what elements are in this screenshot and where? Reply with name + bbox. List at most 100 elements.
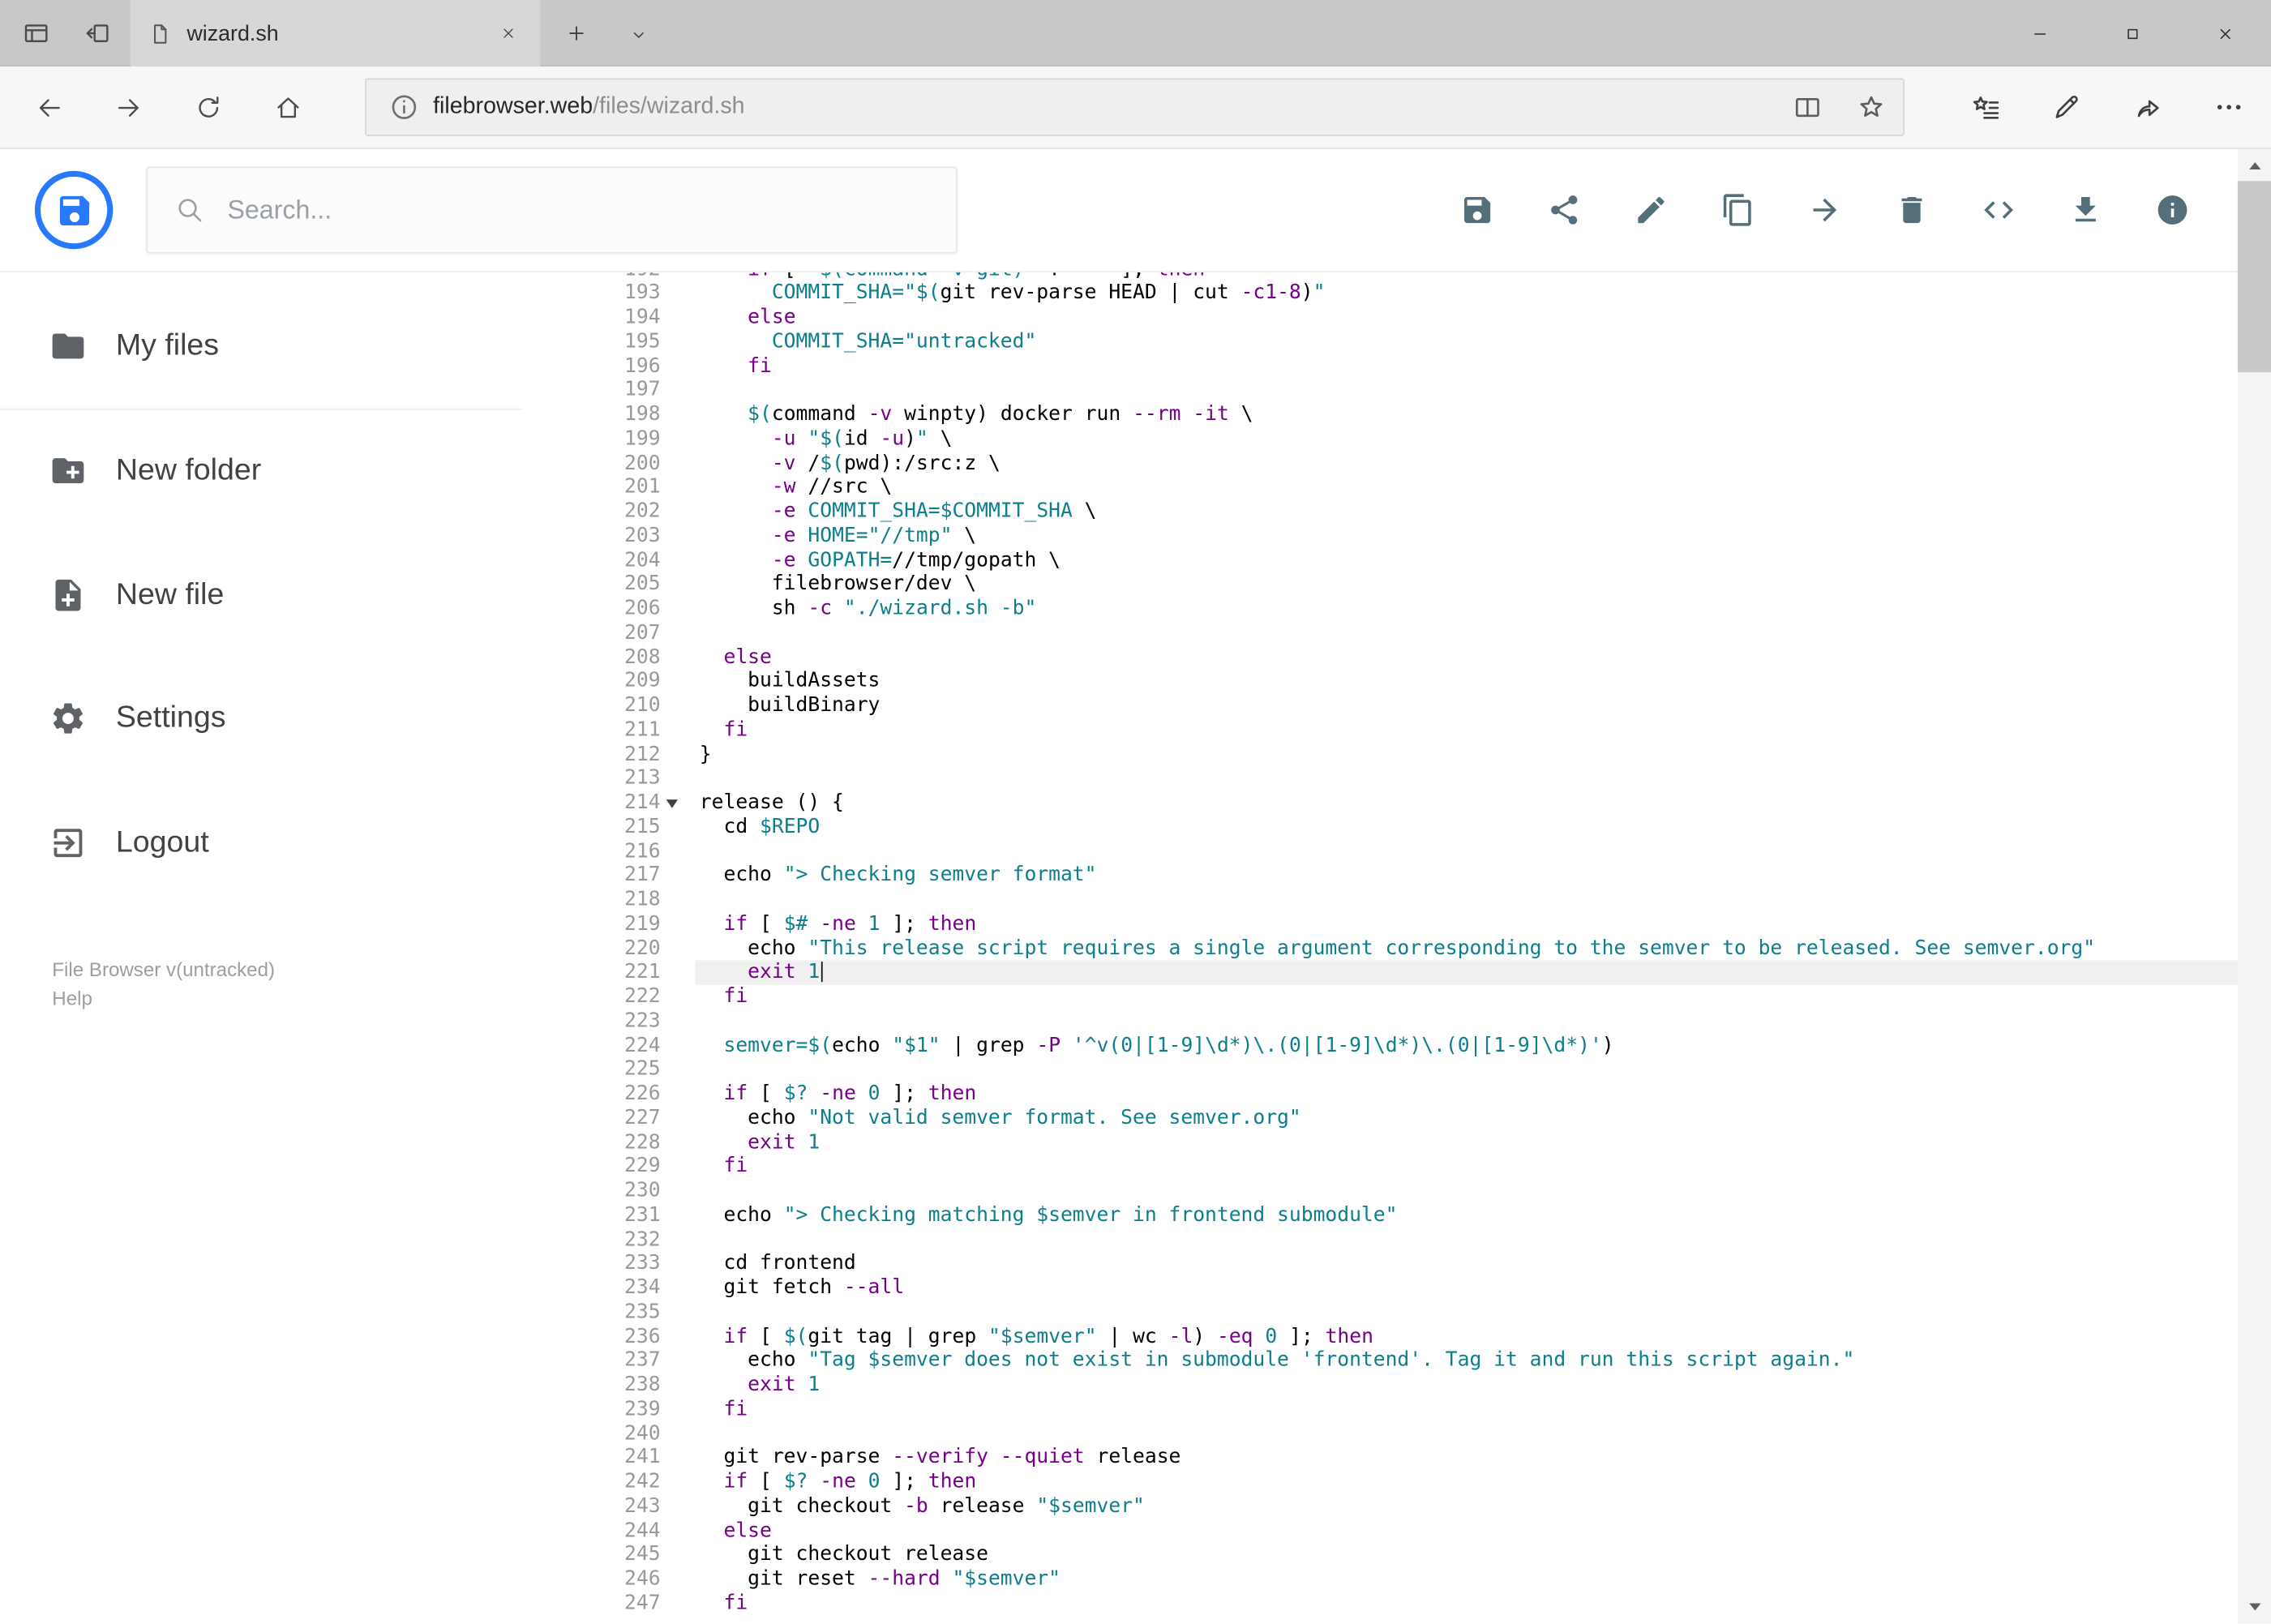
code-line-227[interactable]: 227 echo "Not valid semver format. See s… (585, 1106, 2238, 1130)
hub-icon[interactable] (1945, 66, 2026, 148)
code-line-221[interactable]: 221 exit 1 (585, 960, 2238, 985)
code-line-242[interactable]: 242 if [ $? -ne 0 ]; then (585, 1470, 2238, 1494)
code-line-218[interactable]: 218 (585, 888, 2238, 912)
scroll-down-button[interactable] (2238, 1591, 2271, 1624)
code-line-241[interactable]: 241 git rev-parse --verify --quiet relea… (585, 1446, 2238, 1470)
more-icon[interactable] (2188, 66, 2269, 148)
close-tab-icon[interactable] (494, 19, 523, 48)
code-text[interactable]: COMMIT_SHA="untracked" (695, 330, 2237, 354)
code-text[interactable] (695, 1179, 2237, 1203)
code-text[interactable] (695, 379, 2237, 403)
code-line-238[interactable]: 238 exit 1 (585, 1373, 2238, 1397)
code-text[interactable]: -e HOME="//tmp" \ (695, 524, 2237, 548)
minimize-icon[interactable] (1993, 0, 2085, 66)
scrollbar-thumb[interactable] (2237, 181, 2271, 373)
code-line-243[interactable]: 243 git checkout -b release "$semver" (585, 1494, 2238, 1519)
code-line-219[interactable]: 219 if [ $# -ne 1 ]; then (585, 912, 2238, 936)
share-icon[interactable] (2107, 66, 2188, 148)
code-text[interactable]: -e COMMIT_SHA=$COMMIT_SHA \ (695, 499, 2237, 524)
code-line-203[interactable]: 203 -e HOME="//tmp" \ (585, 524, 2238, 548)
refresh-icon[interactable] (168, 66, 247, 148)
code-text[interactable]: git fetch --all (695, 1276, 2237, 1300)
code-line-201[interactable]: 201 -w //src \ (585, 475, 2238, 499)
browser-tab[interactable]: wizard.sh (130, 0, 541, 67)
code-text[interactable]: buildAssets (695, 670, 2237, 694)
favorite-star-icon[interactable] (1854, 90, 1889, 125)
code-text[interactable]: echo "This release script requires a sin… (695, 936, 2237, 961)
code-text[interactable]: fi (695, 985, 2237, 1009)
code-text[interactable]: filebrowser/dev \ (695, 572, 2237, 597)
code-line-214[interactable]: 214 release () { (585, 791, 2238, 815)
code-text[interactable]: git rev-parse --verify --quiet release (695, 1446, 2237, 1470)
code-line-197[interactable]: 197 (585, 379, 2238, 403)
code-line-223[interactable]: 223 (585, 1009, 2238, 1034)
sidebar-item-settings[interactable]: Settings (0, 657, 585, 781)
code-line-193[interactable]: 193 COMMIT_SHA="$(git rev-parse HEAD | c… (585, 281, 2238, 306)
code-text[interactable]: -w //src \ (695, 475, 2237, 499)
code-text[interactable]: echo "Not valid semver format. See semve… (695, 1106, 2237, 1130)
code-text[interactable]: echo "> Checking semver format" (695, 863, 2237, 888)
code-line-212[interactable]: 212} (585, 743, 2238, 767)
code-line-208[interactable]: 208 else (585, 645, 2238, 670)
code-line-224[interactable]: 224 semver=$(echo "$1" | grep -P '^v(0|[… (585, 1034, 2238, 1058)
code-text[interactable]: exit 1 (695, 960, 2238, 985)
code-line-236[interactable]: 236 if [ $(git tag | grep "$semver" | wc… (585, 1325, 2238, 1349)
code-line-200[interactable]: 200 -v /$(pwd):/src:z \ (585, 451, 2238, 475)
home-icon[interactable] (247, 66, 327, 148)
code-line-230[interactable]: 230 (585, 1179, 2238, 1203)
address-bar[interactable]: filebrowser.web/files/wizard.sh (365, 78, 1905, 136)
code-text[interactable]: git checkout release (695, 1543, 2237, 1567)
forward-icon[interactable] (88, 66, 168, 148)
code-text[interactable]: echo "Tag $semver does not exist in subm… (695, 1349, 2237, 1373)
code-line-244[interactable]: 244 else (585, 1519, 2238, 1543)
set-tabs-aside-icon[interactable] (72, 9, 122, 58)
page-info-icon[interactable] (388, 92, 420, 123)
download-button[interactable] (2068, 193, 2103, 228)
code-text[interactable]: exit 1 (695, 1373, 2237, 1397)
code-line-247[interactable]: 247 fi (585, 1592, 2238, 1616)
code-text[interactable] (695, 839, 2237, 863)
code-line-210[interactable]: 210 buildBinary (585, 694, 2238, 718)
sidebar-item-my-files[interactable]: My files (0, 284, 585, 408)
code-line-209[interactable]: 209 buildAssets (585, 670, 2238, 694)
sidebar-item-new-file[interactable]: New file (0, 533, 585, 657)
info-button[interactable] (2155, 193, 2190, 228)
code-line-231[interactable]: 231 echo "> Checking matching $semver in… (585, 1203, 2238, 1228)
code-line-202[interactable]: 202 -e COMMIT_SHA=$COMMIT_SHA \ (585, 499, 2238, 524)
code-line-216[interactable]: 216 (585, 839, 2238, 863)
code-line-235[interactable]: 235 (585, 1300, 2238, 1325)
code-text[interactable] (695, 766, 2237, 791)
code-button[interactable] (1982, 193, 2016, 228)
code-text[interactable]: git checkout -b release "$semver" (695, 1494, 2237, 1519)
code-line-217[interactable]: 217 echo "> Checking semver format" (585, 863, 2238, 888)
code-line-211[interactable]: 211 fi (585, 718, 2238, 743)
code-text[interactable]: fi (695, 354, 2237, 379)
code-text[interactable]: COMMIT_SHA="$(git rev-parse HEAD | cut -… (695, 281, 2237, 306)
sidebar-item-new-folder[interactable]: New folder (0, 409, 585, 533)
copy-button[interactable] (1720, 193, 1755, 228)
code-text[interactable]: if [ $? -ne 0 ]; then (695, 1082, 2237, 1106)
code-text[interactable]: else (695, 1519, 2237, 1543)
code-text[interactable]: fi (695, 1397, 2237, 1421)
web-notes-icon[interactable] (2026, 66, 2107, 148)
search-box[interactable] (146, 166, 958, 254)
code-text[interactable]: else (695, 306, 2237, 330)
code-text[interactable]: $(command -v winpty) docker run --rm -it… (695, 403, 2237, 427)
fold-marker-icon[interactable] (661, 791, 696, 815)
tab-menu-icon[interactable] (620, 16, 658, 54)
code-text[interactable]: fi (695, 1155, 2237, 1179)
help-link[interactable]: Help (52, 985, 275, 1014)
reading-view-icon[interactable] (1790, 90, 1825, 125)
code-text[interactable]: exit 1 (695, 1130, 2237, 1155)
code-line-232[interactable]: 232 (585, 1228, 2238, 1252)
code-editor[interactable]: 192 if [ "$(command -v git)" != "" ]; th… (585, 272, 2238, 1624)
code-line-225[interactable]: 225 (585, 1057, 2238, 1082)
code-line-204[interactable]: 204 -e GOPATH=//tmp/gopath \ (585, 548, 2238, 572)
code-line-192[interactable]: 192 if [ "$(command -v git)" != "" ]; th… (585, 272, 2238, 281)
code-line-194[interactable]: 194 else (585, 306, 2238, 330)
code-line-234[interactable]: 234 git fetch --all (585, 1276, 2238, 1300)
delete-button[interactable] (1895, 193, 1930, 228)
code-line-207[interactable]: 207 (585, 621, 2238, 645)
code-text[interactable] (695, 621, 2237, 645)
code-text[interactable]: } (695, 743, 2237, 767)
